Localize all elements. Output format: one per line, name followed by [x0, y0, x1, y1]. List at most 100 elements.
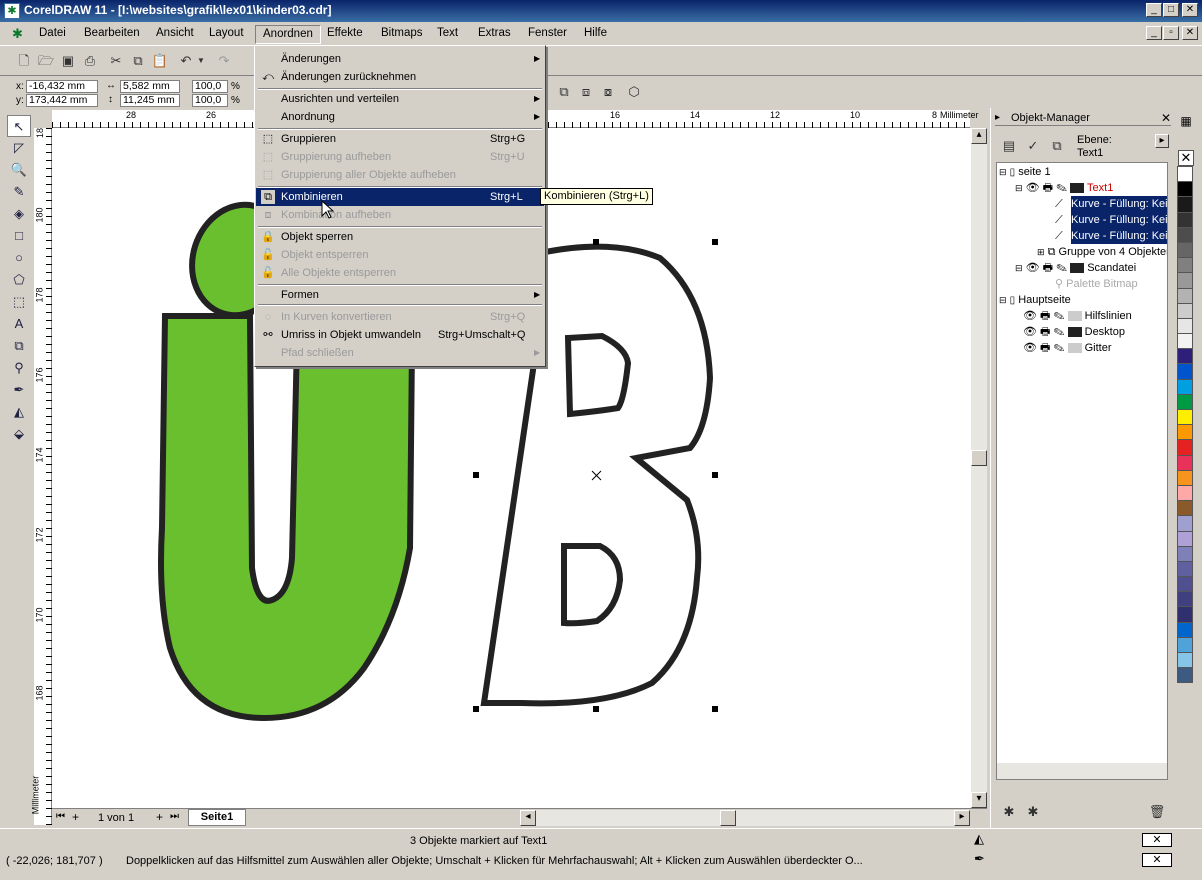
color-swatch[interactable] — [1177, 530, 1193, 547]
app-icon[interactable]: ✱ — [4, 3, 20, 19]
x-position-field[interactable]: -16,432 mm — [26, 80, 98, 93]
menu-item-formen[interactable]: Formen ▶ — [256, 286, 544, 304]
menu-item-umriss-umwandeln[interactable]: ⚯ Umriss in Objekt umwandeln Strg+Umschalt… — [256, 326, 544, 344]
panel-arrow-icon[interactable]: ▸ — [995, 112, 1000, 123]
panel-close-icon[interactable]: ✕ — [1161, 111, 1171, 125]
tab-seite1[interactable]: Seite1 — [188, 809, 246, 826]
menu-item-pfad-schliessen[interactable]: Pfad schließen ▶ — [256, 344, 544, 362]
delete-icon[interactable]: 🗑 — [1147, 802, 1167, 822]
color-swatch[interactable] — [1177, 469, 1193, 486]
new-icon[interactable]: 🗋 — [14, 51, 34, 71]
width-field[interactable]: 5,582 mm — [120, 80, 180, 93]
selection-handle[interactable] — [593, 239, 599, 245]
weld-tool-icon[interactable]: ⧇ — [598, 82, 618, 102]
color-swatch[interactable] — [1177, 484, 1193, 502]
edit-across-layers-icon[interactable]: ✓ — [1023, 136, 1043, 156]
object-tree[interactable]: ⊟ ▯ seite 1 ⊟ 👁 🖶 ✎ Text1 Kurve - Füllun… — [996, 162, 1168, 780]
color-swatch[interactable] — [1177, 257, 1193, 274]
color-swatch[interactable] — [1177, 439, 1193, 456]
outline-swatch-none[interactable]: ✕ — [1142, 853, 1172, 867]
menu-anordnen[interactable]: Anordnen — [255, 25, 321, 44]
palette-menu-icon[interactable]: ▦ — [1177, 114, 1195, 132]
scale-y-field[interactable]: 100,0 — [192, 94, 228, 107]
scroll-down-icon[interactable]: ▾ — [971, 792, 987, 808]
menu-item-aenderungen-zuruecknehmen[interactable]: ⤺ Änderungen zurücknehmen — [256, 68, 544, 86]
print-icon[interactable]: ⎙ — [80, 51, 100, 71]
menu-item-aenderungen[interactable]: Änderungen ▶ — [256, 50, 544, 68]
document-icon[interactable]: ✱ — [12, 26, 28, 42]
open-icon[interactable]: 🗁 — [36, 51, 56, 71]
tree-item[interactable]: 👁 🖶 ✎ Hilfslinien — [1023, 308, 1132, 324]
panel-menu-icon[interactable]: ▸ — [1155, 134, 1169, 148]
doc-minimize-button[interactable]: _ — [1146, 26, 1162, 40]
color-swatch[interactable] — [1177, 591, 1193, 608]
tree-item[interactable]: 👁 🖶 ✎ Desktop — [1023, 324, 1125, 340]
selection-handle[interactable] — [593, 706, 599, 712]
tree-item[interactable]: ⊟ ▯ Hauptseite — [999, 292, 1071, 308]
menu-fenster[interactable]: Fenster — [521, 25, 574, 44]
tree-item[interactable]: Kurve - Füllung: Kein — [1071, 196, 1167, 212]
doc-restore-button[interactable]: ▫ — [1163, 26, 1179, 40]
menu-effekte[interactable]: Effekte — [320, 25, 370, 44]
interactive-fill-icon[interactable]: ⬙ — [7, 423, 31, 445]
add-page-after-icon[interactable]: + — [156, 810, 163, 824]
color-swatch[interactable] — [1177, 621, 1193, 638]
h-scroll-thumb[interactable] — [720, 810, 736, 826]
no-color-swatch[interactable]: ✕ — [1178, 150, 1194, 166]
tree-item[interactable]: Kurve - Füllung: Kein — [1071, 228, 1167, 244]
scale-x-field[interactable]: 100,0 — [192, 80, 228, 93]
undo-dropdown-icon[interactable]: ▼ — [196, 51, 206, 71]
color-swatch[interactable] — [1177, 348, 1193, 365]
outline-indicator-icon[interactable]: ✒ — [974, 851, 985, 867]
redo-icon[interactable]: ↷ — [214, 51, 234, 71]
selection-handle[interactable] — [473, 472, 479, 478]
scroll-left-icon[interactable]: ◂ — [520, 810, 536, 826]
color-swatch[interactable] — [1177, 636, 1193, 653]
save-icon[interactable]: ▣ — [58, 51, 78, 71]
text-tool-icon[interactable]: A — [7, 313, 31, 335]
color-swatch[interactable] — [1177, 667, 1193, 684]
color-swatch[interactable] — [1177, 378, 1193, 395]
color-swatch[interactable] — [1177, 241, 1193, 259]
undo-icon[interactable]: ↶ — [176, 51, 196, 71]
tree-item[interactable]: ⊟ 👁 🖶 ✎ Scandatei — [1015, 260, 1136, 276]
polygon-tool-icon[interactable]: ⬠ — [7, 269, 31, 291]
combine-tool-icon[interactable]: ⧉ — [554, 82, 574, 102]
color-swatch[interactable] — [1177, 211, 1193, 228]
doc-close-button[interactable]: ✕ — [1182, 26, 1198, 40]
last-page-icon[interactable]: ⏭ — [170, 811, 179, 822]
selection-handle[interactable] — [712, 239, 718, 245]
color-swatch[interactable] — [1177, 652, 1193, 669]
menu-item-kombination-aufheben[interactable]: ⧈ Kombination aufheben — [256, 206, 544, 224]
shape-tool-icon[interactable]: ◸ — [7, 137, 31, 159]
vertical-ruler[interactable]: 18 180 178 176 174 172 170 168 Millimete… — [30, 128, 52, 825]
convert-to-curves-icon[interactable]: ⬡ — [624, 82, 644, 102]
color-swatch[interactable] — [1177, 424, 1193, 441]
copy-icon[interactable]: ⧉ — [128, 51, 148, 71]
fill-indicator-icon[interactable]: ◭ — [974, 831, 984, 847]
ruler-origin[interactable] — [34, 110, 52, 128]
menu-item-anordnung[interactable]: Anordnung ▶ — [256, 108, 544, 126]
new-master-layer-icon[interactable]: ✱ — [1023, 802, 1043, 822]
menu-bitmaps[interactable]: Bitmaps — [374, 25, 430, 44]
break-apart-tool-icon[interactable]: ⧈ — [576, 82, 596, 102]
color-swatch[interactable] — [1177, 393, 1193, 410]
zoom-tool-icon[interactable]: 🔍 — [7, 159, 31, 181]
color-swatch[interactable] — [1177, 454, 1193, 471]
tree-item[interactable]: ⊟ 👁 🖶 ✎ Text1 — [1015, 180, 1113, 196]
menu-item-ausrichten[interactable]: Ausrichten und verteilen ▶ — [256, 90, 544, 108]
menu-extras[interactable]: Extras — [471, 25, 518, 44]
color-swatch[interactable] — [1177, 576, 1193, 593]
menu-item-objekt-entsperren[interactable]: 🔓 Objekt entsperren — [256, 246, 544, 264]
menu-item-in-kurven[interactable]: ◌ In Kurven konvertieren Strg+Q — [256, 308, 544, 326]
menu-item-gruppieren[interactable]: ⬚ Gruppieren Strg+G — [256, 130, 544, 148]
maximize-button[interactable]: □ — [1163, 3, 1179, 17]
paste-icon[interactable]: 📋 — [150, 51, 170, 71]
menu-datei[interactable]: Datei — [32, 25, 73, 44]
show-properties-icon[interactable]: ▤ — [999, 136, 1019, 156]
close-button[interactable]: ✕ — [1182, 3, 1198, 17]
fill-swatch-none[interactable]: ✕ — [1142, 833, 1172, 847]
height-field[interactable]: 11,245 mm — [120, 94, 180, 107]
color-swatch[interactable] — [1177, 560, 1193, 578]
menu-ansicht[interactable]: Ansicht — [149, 25, 201, 44]
